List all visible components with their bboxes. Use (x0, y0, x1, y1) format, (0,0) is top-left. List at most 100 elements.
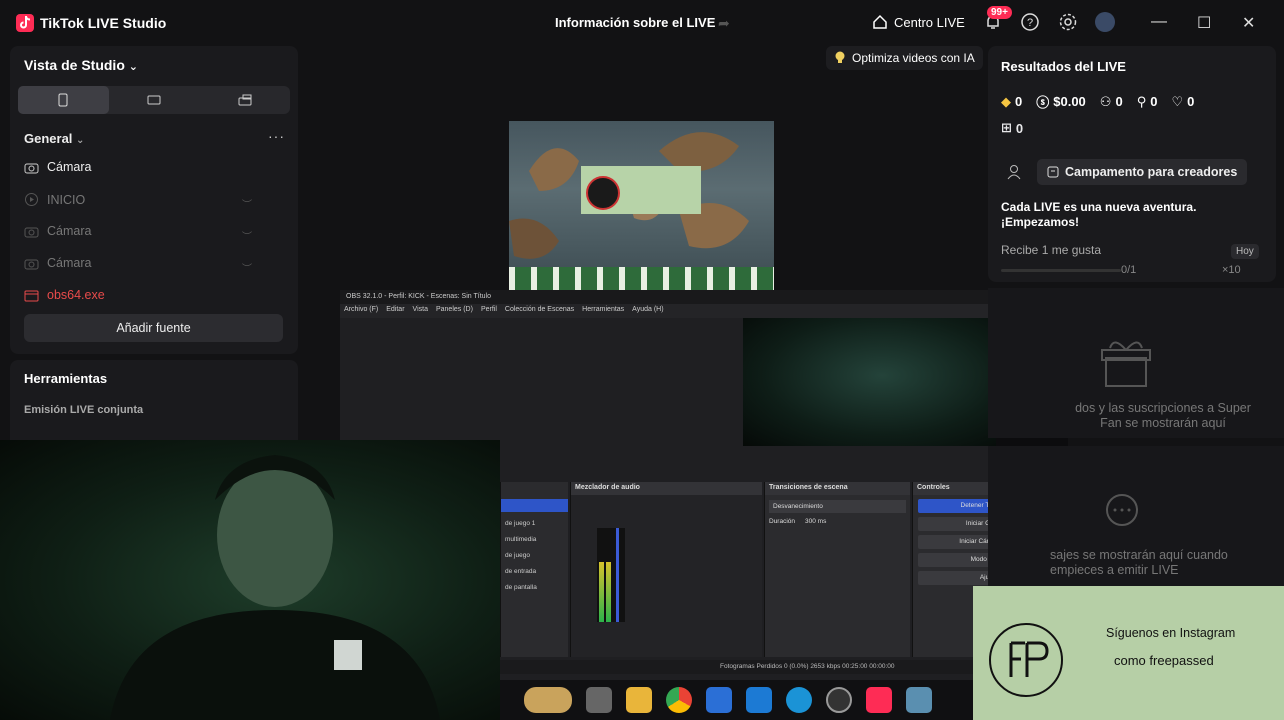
source-item-inicio[interactable]: INICIO (24, 192, 85, 207)
mountain-icon[interactable] (906, 687, 932, 713)
obs-source-selected[interactable] (501, 499, 568, 512)
duration-input[interactable]: 300 ms (805, 518, 826, 525)
obs-menu-item[interactable]: Vista (413, 306, 428, 316)
super-fan-text: dos y las suscripciones a Super Fan se m… (1075, 401, 1251, 430)
creator-camp-button[interactable]: Campamento para creadores (1037, 159, 1248, 185)
obs-sources-panel: de juego 1 multimedia de juego de entrad… (500, 482, 568, 657)
studio-view-dropdown[interactable]: Vista de Studio ⌄ (24, 57, 138, 73)
eye-hidden-icon[interactable]: ︶ (242, 228, 252, 243)
title-bar: TikTok LIVE Studio Información sobre el … (0, 0, 1284, 46)
obs-source-item[interactable]: de pantalla (505, 580, 566, 596)
today-badge: Hoy (1231, 244, 1259, 259)
source-label: Cámara (47, 256, 92, 270)
optimize-label: Optimiza videos con IA (852, 51, 975, 65)
transition-select[interactable]: Desvanecimiento (769, 500, 906, 513)
audio-meter (597, 528, 625, 622)
earnings-value: $0.00 (1053, 94, 1086, 109)
close-icon[interactable]: ✕ (1242, 13, 1255, 33)
messages-panel: sajes se mostrarán aquí cuando empieces … (988, 446, 1284, 586)
viewers-value: 0 (1115, 94, 1123, 109)
freepassed-logo (989, 623, 1063, 697)
creator-icon[interactable] (1007, 164, 1025, 180)
messages-empty-text: sajes se mostrarán aquí cuando empieces … (1050, 548, 1228, 577)
obs-menu-item[interactable]: Ayuda (H) (632, 306, 663, 316)
obs-menu-item[interactable]: Editar (386, 306, 404, 316)
chevron-down-icon: ⌄ (76, 135, 85, 146)
landscape-layout-button[interactable] (109, 86, 200, 114)
source-label: INICIO (47, 192, 86, 207)
camera-icon (24, 163, 39, 173)
multi-guest-label: Emisión LIVE conjunta (24, 404, 144, 416)
source-item-obs[interactable]: obs64.exe (24, 288, 105, 302)
dual-layout-button[interactable] (199, 86, 290, 114)
avatar[interactable] (1095, 12, 1115, 32)
stats-row: ◆ 0 ⓢ $0.00 ⚇ 0 ⚲ 0 ♡ 0 (1001, 92, 1194, 111)
gift-box-icon (1101, 341, 1151, 387)
monitor-icon (147, 95, 161, 105)
creator-camp-label: Campamento para creadores (1065, 165, 1238, 179)
store-icon[interactable] (706, 687, 732, 713)
obs-source-item[interactable]: de juego 1 (505, 516, 566, 532)
tiktok-logo-icon (16, 14, 34, 32)
pattern-strip (509, 267, 774, 291)
users-icon: ⚇ (1099, 93, 1112, 109)
diamond-value: 0 (1015, 94, 1023, 109)
results-title: Resultados del LIVE (1001, 59, 1126, 74)
live-info-title[interactable]: Información sobre el LIVE (555, 15, 715, 30)
obs-menu-item[interactable]: Perfil (481, 306, 497, 316)
gifts-stat: ⊞ 0 (1001, 120, 1023, 136)
book-icon (1047, 166, 1059, 178)
instagram-line-2: como freepassed (1114, 653, 1214, 668)
source-label: obs64.exe (47, 288, 105, 302)
eye-hidden-icon[interactable]: ︶ (242, 260, 252, 275)
share-icon[interactable]: ➦ (718, 15, 730, 32)
tiktok-icon[interactable] (866, 687, 892, 713)
gear-icon[interactable] (1058, 12, 1078, 32)
outlook-icon[interactable] (746, 687, 772, 713)
eye-hidden-icon[interactable]: ︶ (242, 196, 252, 211)
obs-menu-item[interactable]: Paneles (D) (436, 306, 473, 316)
source-item-camera[interactable]: Cámara (24, 256, 91, 270)
edge-icon[interactable] (786, 687, 812, 713)
phone-icon (58, 93, 68, 107)
adventure-text: Cada LIVE es una nueva aventura. ¡Empeza… (1001, 200, 1197, 229)
general-label: General (24, 131, 73, 146)
camera-icon (24, 259, 39, 269)
stream-preview (509, 121, 774, 291)
live-results-panel: Resultados del LIVE ◆ 0 ⓢ $0.00 ⚇ 0 ⚲ 0 ♡ 0 ⊞… (988, 46, 1276, 282)
obs-source-item[interactable]: de entrada (505, 564, 566, 580)
centro-live-button[interactable]: Centro LIVE (872, 14, 965, 30)
source-item-camera[interactable]: Cámara (24, 224, 91, 238)
obs-menu-item[interactable]: Colección de Escenas (505, 306, 574, 316)
mission-text: Recibe 1 me gusta (1001, 243, 1102, 257)
obs-source-item[interactable]: de juego (505, 548, 566, 564)
reward-multiplier: ×10 (1222, 264, 1241, 276)
add-source-button[interactable]: Añadir fuente (24, 314, 283, 342)
chrome-icon[interactable] (666, 687, 692, 713)
add-user-icon: ⚲ (1136, 93, 1147, 109)
viewers-stat: ⚇ 0 (1100, 94, 1123, 110)
source-item-camera[interactable]: Cámara (24, 160, 91, 174)
general-scene-dropdown[interactable]: General ⌄ (24, 131, 84, 146)
maximize-icon[interactable]: ☐ (1197, 13, 1211, 33)
duration-label: Duración (769, 518, 796, 525)
source-label: Cámara (47, 224, 92, 238)
portrait-layout-button[interactable] (18, 86, 109, 114)
obs-menu-item[interactable]: Herramientas (582, 306, 624, 316)
optimize-ai-button[interactable]: Optimiza videos con IA (826, 46, 983, 70)
file-icon[interactable] (586, 687, 612, 713)
more-options-icon[interactable]: ··· (268, 128, 285, 144)
widget-icon[interactable] (524, 687, 572, 713)
obs-transitions-panel: Transiciones de escena Desvanecimiento D… (764, 482, 910, 657)
obs-source-item[interactable]: multimedia (505, 532, 566, 548)
minimize-icon[interactable]: — (1151, 13, 1167, 31)
obs-menu-item[interactable]: Archivo (F) (344, 306, 378, 316)
help-icon[interactable]: ? (1020, 12, 1040, 32)
earnings-stat: ⓢ $0.00 (1036, 92, 1086, 111)
stream-logo (586, 176, 620, 210)
folder-icon[interactable] (626, 687, 652, 713)
gifts-value: 0 (1015, 120, 1024, 136)
obs-icon[interactable] (826, 687, 852, 713)
instagram-line-1: Síguenos en Instagram (1106, 626, 1236, 640)
heart-icon: ♡ (1171, 93, 1184, 109)
